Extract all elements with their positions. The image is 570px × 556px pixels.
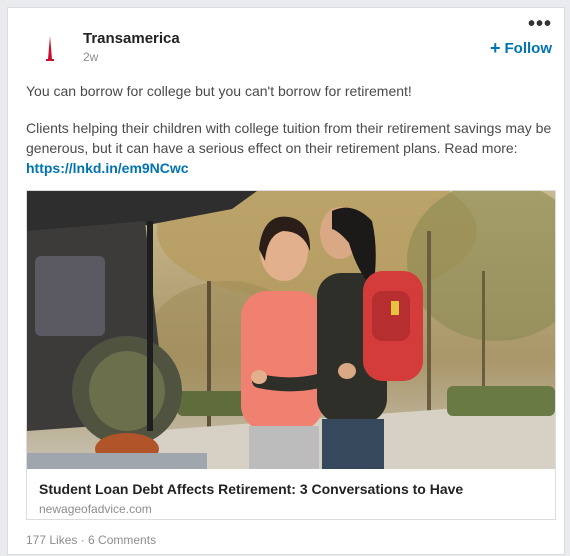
count-separator: · [77, 533, 89, 547]
article-image[interactable] [27, 191, 555, 469]
follow-button[interactable]: + Follow [490, 38, 552, 59]
post-text-body: Clients helping their children with coll… [26, 120, 552, 156]
post-text-paragraph: Clients helping their children with coll… [26, 118, 552, 178]
article-source: newageofadvice.com [39, 502, 152, 516]
article-title[interactable]: Student Loan Debt Affects Retirement: 3 … [39, 481, 463, 497]
plus-icon: + [489, 38, 501, 58]
comments-count[interactable]: 6 Comments [88, 533, 156, 547]
company-name[interactable]: Transamerica [83, 30, 180, 47]
article-preview[interactable]: Student Loan Debt Affects Retirement: 3 … [26, 190, 556, 520]
feed-post-card: Transamerica 2w ••• + Follow You can bor… [7, 7, 565, 555]
more-options-icon[interactable]: ••• [528, 14, 552, 34]
post-header: Transamerica 2w ••• + Follow [8, 8, 564, 78]
likes-count[interactable]: 177 Likes [26, 533, 77, 547]
post-text: You can borrow for college but you can't… [26, 81, 552, 178]
post-link[interactable]: https://lnkd.in/em9NCwc [26, 160, 189, 176]
transamerica-logo[interactable] [30, 28, 70, 68]
post-timestamp: 2w [83, 50, 99, 64]
social-counts: 177 Likes · 6 Comments [26, 533, 156, 547]
follow-label: Follow [504, 40, 553, 57]
post-text-line: You can borrow for college but you can't… [26, 83, 412, 99]
